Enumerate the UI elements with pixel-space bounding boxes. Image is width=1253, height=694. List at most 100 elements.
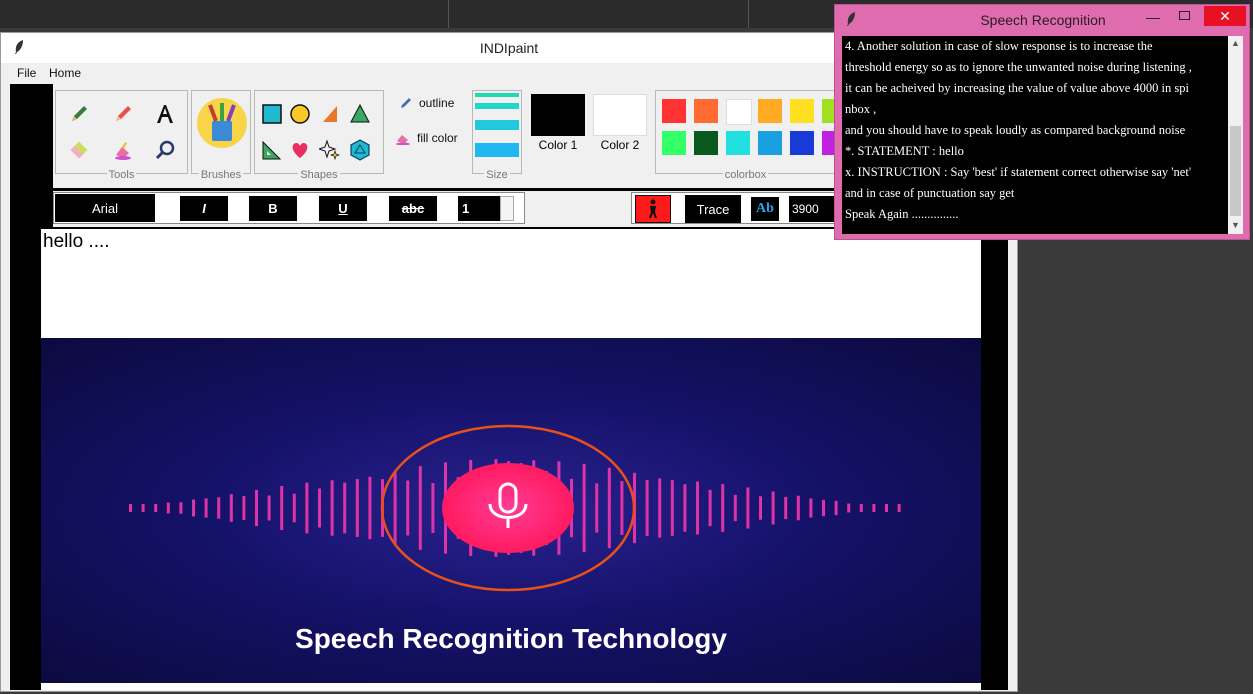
wave-bar bbox=[670, 480, 674, 536]
size-2[interactable] bbox=[475, 103, 519, 109]
brushes-group: Brushes bbox=[191, 90, 251, 181]
brushes-icon[interactable] bbox=[196, 97, 248, 149]
wave-bar bbox=[784, 496, 788, 520]
wave-bar bbox=[721, 484, 725, 532]
wave-bar bbox=[859, 504, 863, 512]
size-1[interactable] bbox=[475, 93, 519, 97]
wave-bar bbox=[242, 495, 246, 521]
close-icon[interactable]: ✕ bbox=[1204, 6, 1246, 26]
colorbox-group: colorbox bbox=[655, 90, 846, 181]
fill-bucket-small-icon bbox=[396, 135, 410, 145]
wave-bar bbox=[620, 481, 624, 535]
heart-shape-icon[interactable] bbox=[287, 137, 313, 163]
pen-tool-icon[interactable] bbox=[110, 101, 136, 127]
rectangle-shape-icon[interactable] bbox=[259, 101, 285, 127]
wave-bar bbox=[885, 504, 888, 512]
speech-scrollbar[interactable]: ▲ ▼ bbox=[1228, 36, 1243, 234]
mic-bubble bbox=[442, 463, 574, 553]
minimize-icon[interactable]: — bbox=[1145, 9, 1161, 25]
fill-bucket-icon[interactable] bbox=[110, 137, 136, 163]
size-spinbox[interactable]: 1 bbox=[458, 196, 500, 221]
size-4[interactable] bbox=[475, 143, 519, 157]
color1-swatch[interactable] bbox=[531, 94, 585, 136]
wave-bar bbox=[406, 480, 410, 536]
maximize-icon[interactable] bbox=[1177, 9, 1193, 25]
wave-bar bbox=[834, 500, 838, 516]
palette-swatch[interactable] bbox=[694, 99, 718, 123]
wave-bar bbox=[179, 502, 183, 514]
palette-swatch[interactable] bbox=[758, 99, 782, 123]
triangle-shape-icon[interactable] bbox=[347, 101, 373, 127]
outline-button[interactable]: outline bbox=[399, 94, 471, 114]
wave-bar bbox=[368, 476, 372, 540]
color2-swatch[interactable] bbox=[593, 94, 647, 136]
size-3[interactable] bbox=[475, 120, 519, 130]
banner-title: Speech Recognition Technology bbox=[295, 623, 727, 654]
energy-spinbox[interactable]: 3900 bbox=[789, 196, 835, 222]
strikethrough-button[interactable]: abc bbox=[389, 196, 437, 221]
brushes-label: Brushes bbox=[198, 169, 244, 181]
palette-swatch[interactable] bbox=[790, 99, 814, 123]
wave-bar bbox=[595, 483, 599, 533]
canvas-text: hello .... bbox=[43, 231, 110, 252]
wave-bar bbox=[267, 495, 271, 521]
speech-line: threshold energy so as to ignore the unw… bbox=[845, 60, 1192, 74]
italic-button[interactable]: I bbox=[180, 196, 228, 221]
wave-bar bbox=[759, 496, 762, 520]
underline-button[interactable]: U bbox=[319, 196, 367, 221]
wave-bar bbox=[872, 504, 876, 512]
pencil-tool-icon[interactable] bbox=[66, 101, 92, 127]
palette-swatch[interactable] bbox=[758, 131, 782, 155]
ruler-triangle-icon[interactable] bbox=[259, 137, 285, 163]
wave-bar bbox=[696, 481, 699, 535]
wave-bar bbox=[582, 463, 586, 553]
scroll-thumb[interactable] bbox=[1230, 126, 1241, 216]
palette-swatch[interactable] bbox=[726, 131, 750, 155]
color2-label: Color 2 bbox=[600, 138, 640, 152]
text-tool-icon[interactable] bbox=[152, 101, 178, 127]
speech-line: it can be acheived by increasing the val… bbox=[845, 81, 1189, 95]
size-spin-arrows[interactable] bbox=[500, 196, 514, 221]
ab-button[interactable]: Ab bbox=[751, 197, 779, 221]
wave-bar bbox=[645, 479, 649, 537]
wave-bar bbox=[809, 498, 813, 518]
fill-color-button[interactable]: fill color bbox=[395, 129, 475, 149]
speech-line: *. STATEMENT : hello bbox=[845, 144, 964, 158]
wave-bar bbox=[733, 494, 737, 522]
speech-line: and you should have to speak loudly as c… bbox=[845, 123, 1186, 137]
speech-line: Speak Again ............... bbox=[845, 207, 959, 221]
tools-label: Tools bbox=[106, 169, 137, 181]
palette-swatch[interactable] bbox=[790, 131, 814, 155]
palette-swatch[interactable] bbox=[662, 99, 686, 123]
eraser-tool-icon[interactable] bbox=[66, 137, 92, 163]
bold-button[interactable]: B bbox=[249, 196, 297, 221]
polyhedron-shape-icon[interactable] bbox=[347, 137, 373, 163]
drawing-canvas[interactable]: hello .... Speech Recognition Technology bbox=[41, 229, 981, 690]
palette-swatch[interactable] bbox=[662, 131, 686, 155]
menu-home[interactable]: Home bbox=[49, 66, 81, 80]
wave-bar bbox=[129, 504, 132, 512]
color1-label: Color 1 bbox=[538, 138, 578, 152]
scroll-up-icon[interactable]: ▲ bbox=[1231, 38, 1240, 48]
right-triangle-shape-icon[interactable] bbox=[317, 101, 343, 127]
speech-recognition-banner-image: Speech Recognition Technology bbox=[41, 338, 981, 683]
wave-bar bbox=[154, 504, 158, 512]
palette-swatch[interactable] bbox=[694, 131, 718, 155]
font-select[interactable]: Arial bbox=[55, 194, 155, 222]
wave-bar bbox=[330, 480, 334, 536]
wave-bar bbox=[418, 466, 422, 550]
magnifier-icon[interactable] bbox=[152, 137, 178, 163]
sparkle-shape-icon[interactable] bbox=[317, 137, 343, 163]
speech-line: 4. Another solution in case of slow resp… bbox=[845, 39, 1153, 53]
microphone-listen-button[interactable] bbox=[635, 195, 671, 223]
wave-bar bbox=[771, 491, 775, 525]
wave-bar bbox=[217, 497, 221, 519]
speech-line: nbox , bbox=[845, 102, 877, 116]
circle-shape-icon[interactable] bbox=[287, 101, 313, 127]
palette-swatch[interactable] bbox=[726, 99, 752, 125]
wave-bar bbox=[847, 503, 851, 513]
menu-file[interactable]: File bbox=[17, 66, 36, 80]
trace-button[interactable]: Trace bbox=[685, 195, 741, 223]
scroll-down-icon[interactable]: ▼ bbox=[1231, 220, 1240, 230]
wave-bar bbox=[822, 499, 825, 517]
